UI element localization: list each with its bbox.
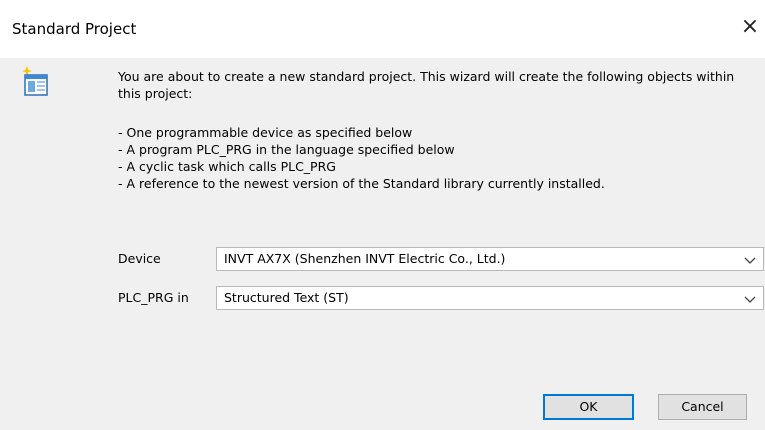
device-select-value: INVT AX7X (Shenzhen INVT Electric Co., L…	[224, 251, 506, 266]
plc-prg-label: PLC_PRG in	[118, 290, 189, 305]
list-item: - A reference to the newest version of t…	[118, 176, 605, 191]
dialog-title: Standard Project	[12, 20, 137, 38]
title-bar: Standard Project ×	[0, 0, 765, 58]
close-button[interactable]: ×	[735, 12, 765, 42]
list-item: - A cyclic task which calls PLC_PRG	[118, 159, 336, 174]
device-select[interactable]: INVT AX7X (Shenzhen INVT Electric Co., L…	[216, 247, 764, 271]
intro-text: You are about to create a new standard p…	[118, 69, 735, 101]
wizard-window-icon	[22, 66, 48, 96]
list-item: - One programmable device as specified b…	[118, 125, 413, 140]
ok-button[interactable]: OK	[543, 394, 634, 420]
standard-project-dialog: Standard Project × You are about to crea…	[0, 0, 765, 430]
chevron-down-icon	[743, 252, 757, 266]
plc-prg-language-select[interactable]: Structured Text (ST)	[216, 286, 764, 310]
cancel-button[interactable]: Cancel	[658, 394, 747, 420]
bullet-list: - One programmable device as specified b…	[118, 124, 746, 192]
chevron-down-icon	[743, 291, 757, 305]
list-item: - A program PLC_PRG in the language spec…	[118, 142, 455, 157]
device-label: Device	[118, 251, 161, 266]
plc-prg-select-value: Structured Text (ST)	[224, 290, 349, 305]
